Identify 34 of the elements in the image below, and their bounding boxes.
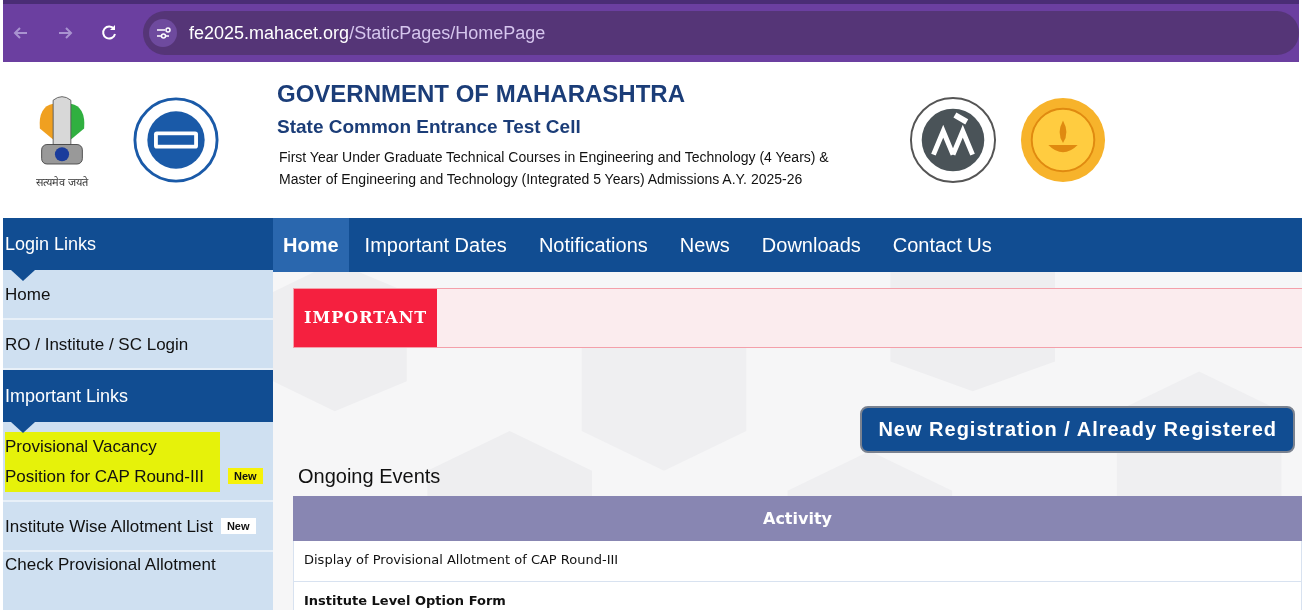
ara-seal-icon xyxy=(909,96,997,184)
nav-tab[interactable]: Important Dates xyxy=(348,218,523,272)
sidebar-link[interactable]: Home xyxy=(5,280,51,310)
nav-tab[interactable]: Home xyxy=(273,218,349,272)
cet-seal-icon xyxy=(133,97,219,183)
new-badge: New xyxy=(228,468,263,484)
sidebar-link[interactable]: RO / Institute / SC Login xyxy=(5,330,189,360)
table-cell: Display of Provisional Allotment of CAP Round-III xyxy=(293,541,1302,582)
course-description: Master of Engineering and Technology (Integrated 5 Years) Admissions A.Y. 2025-26 xyxy=(278,170,804,189)
table-cell: Institute Level Option Form xyxy=(293,582,1302,610)
table-header: Activity xyxy=(293,496,1302,541)
maharashtra-seal-icon xyxy=(1019,96,1107,184)
site-settings-icon[interactable] xyxy=(149,19,177,47)
nav-tab[interactable]: Contact Us xyxy=(876,218,1008,272)
section-title: Ongoing Events xyxy=(298,465,442,488)
sidebar-heading: Important Links xyxy=(3,370,273,422)
sidebar-link[interactable]: Check Provisional Allotment xyxy=(5,554,216,576)
heading-pointer xyxy=(11,270,35,281)
page-title: GOVERNMENT OF MAHARASHTRA xyxy=(277,80,686,108)
sidebar-link[interactable]: Institute Wise Allotment List xyxy=(5,512,213,542)
sidebar-link[interactable]: Provisional Vacancy Position for CAP Round-III xyxy=(5,432,220,492)
nav-tab[interactable]: Notifications xyxy=(522,218,664,272)
new-badge: New xyxy=(220,518,256,534)
course-description: First Year Under Graduate Technical Courses in Engineering and Technology (4 Years) & xyxy=(278,148,830,167)
nav-tab[interactable]: Downloads xyxy=(745,218,877,272)
registration-button[interactable]: New Registration / Already Registered xyxy=(860,406,1295,453)
emblem-motto: सत्यमेव जयते xyxy=(35,174,89,189)
address-bar[interactable]: fe2025.mahacet.org/StaticPages/HomePage xyxy=(143,11,1299,55)
reload-icon[interactable] xyxy=(99,23,119,43)
sidebar-heading: Login Links xyxy=(3,218,273,270)
page-subtitle: State Common Entrance Test Cell xyxy=(277,116,582,138)
important-label: IMPORTANT xyxy=(294,289,438,347)
nav-tab[interactable]: News xyxy=(663,218,746,272)
url-text: fe2025.mahacet.org/StaticPages/HomePage xyxy=(189,22,546,44)
